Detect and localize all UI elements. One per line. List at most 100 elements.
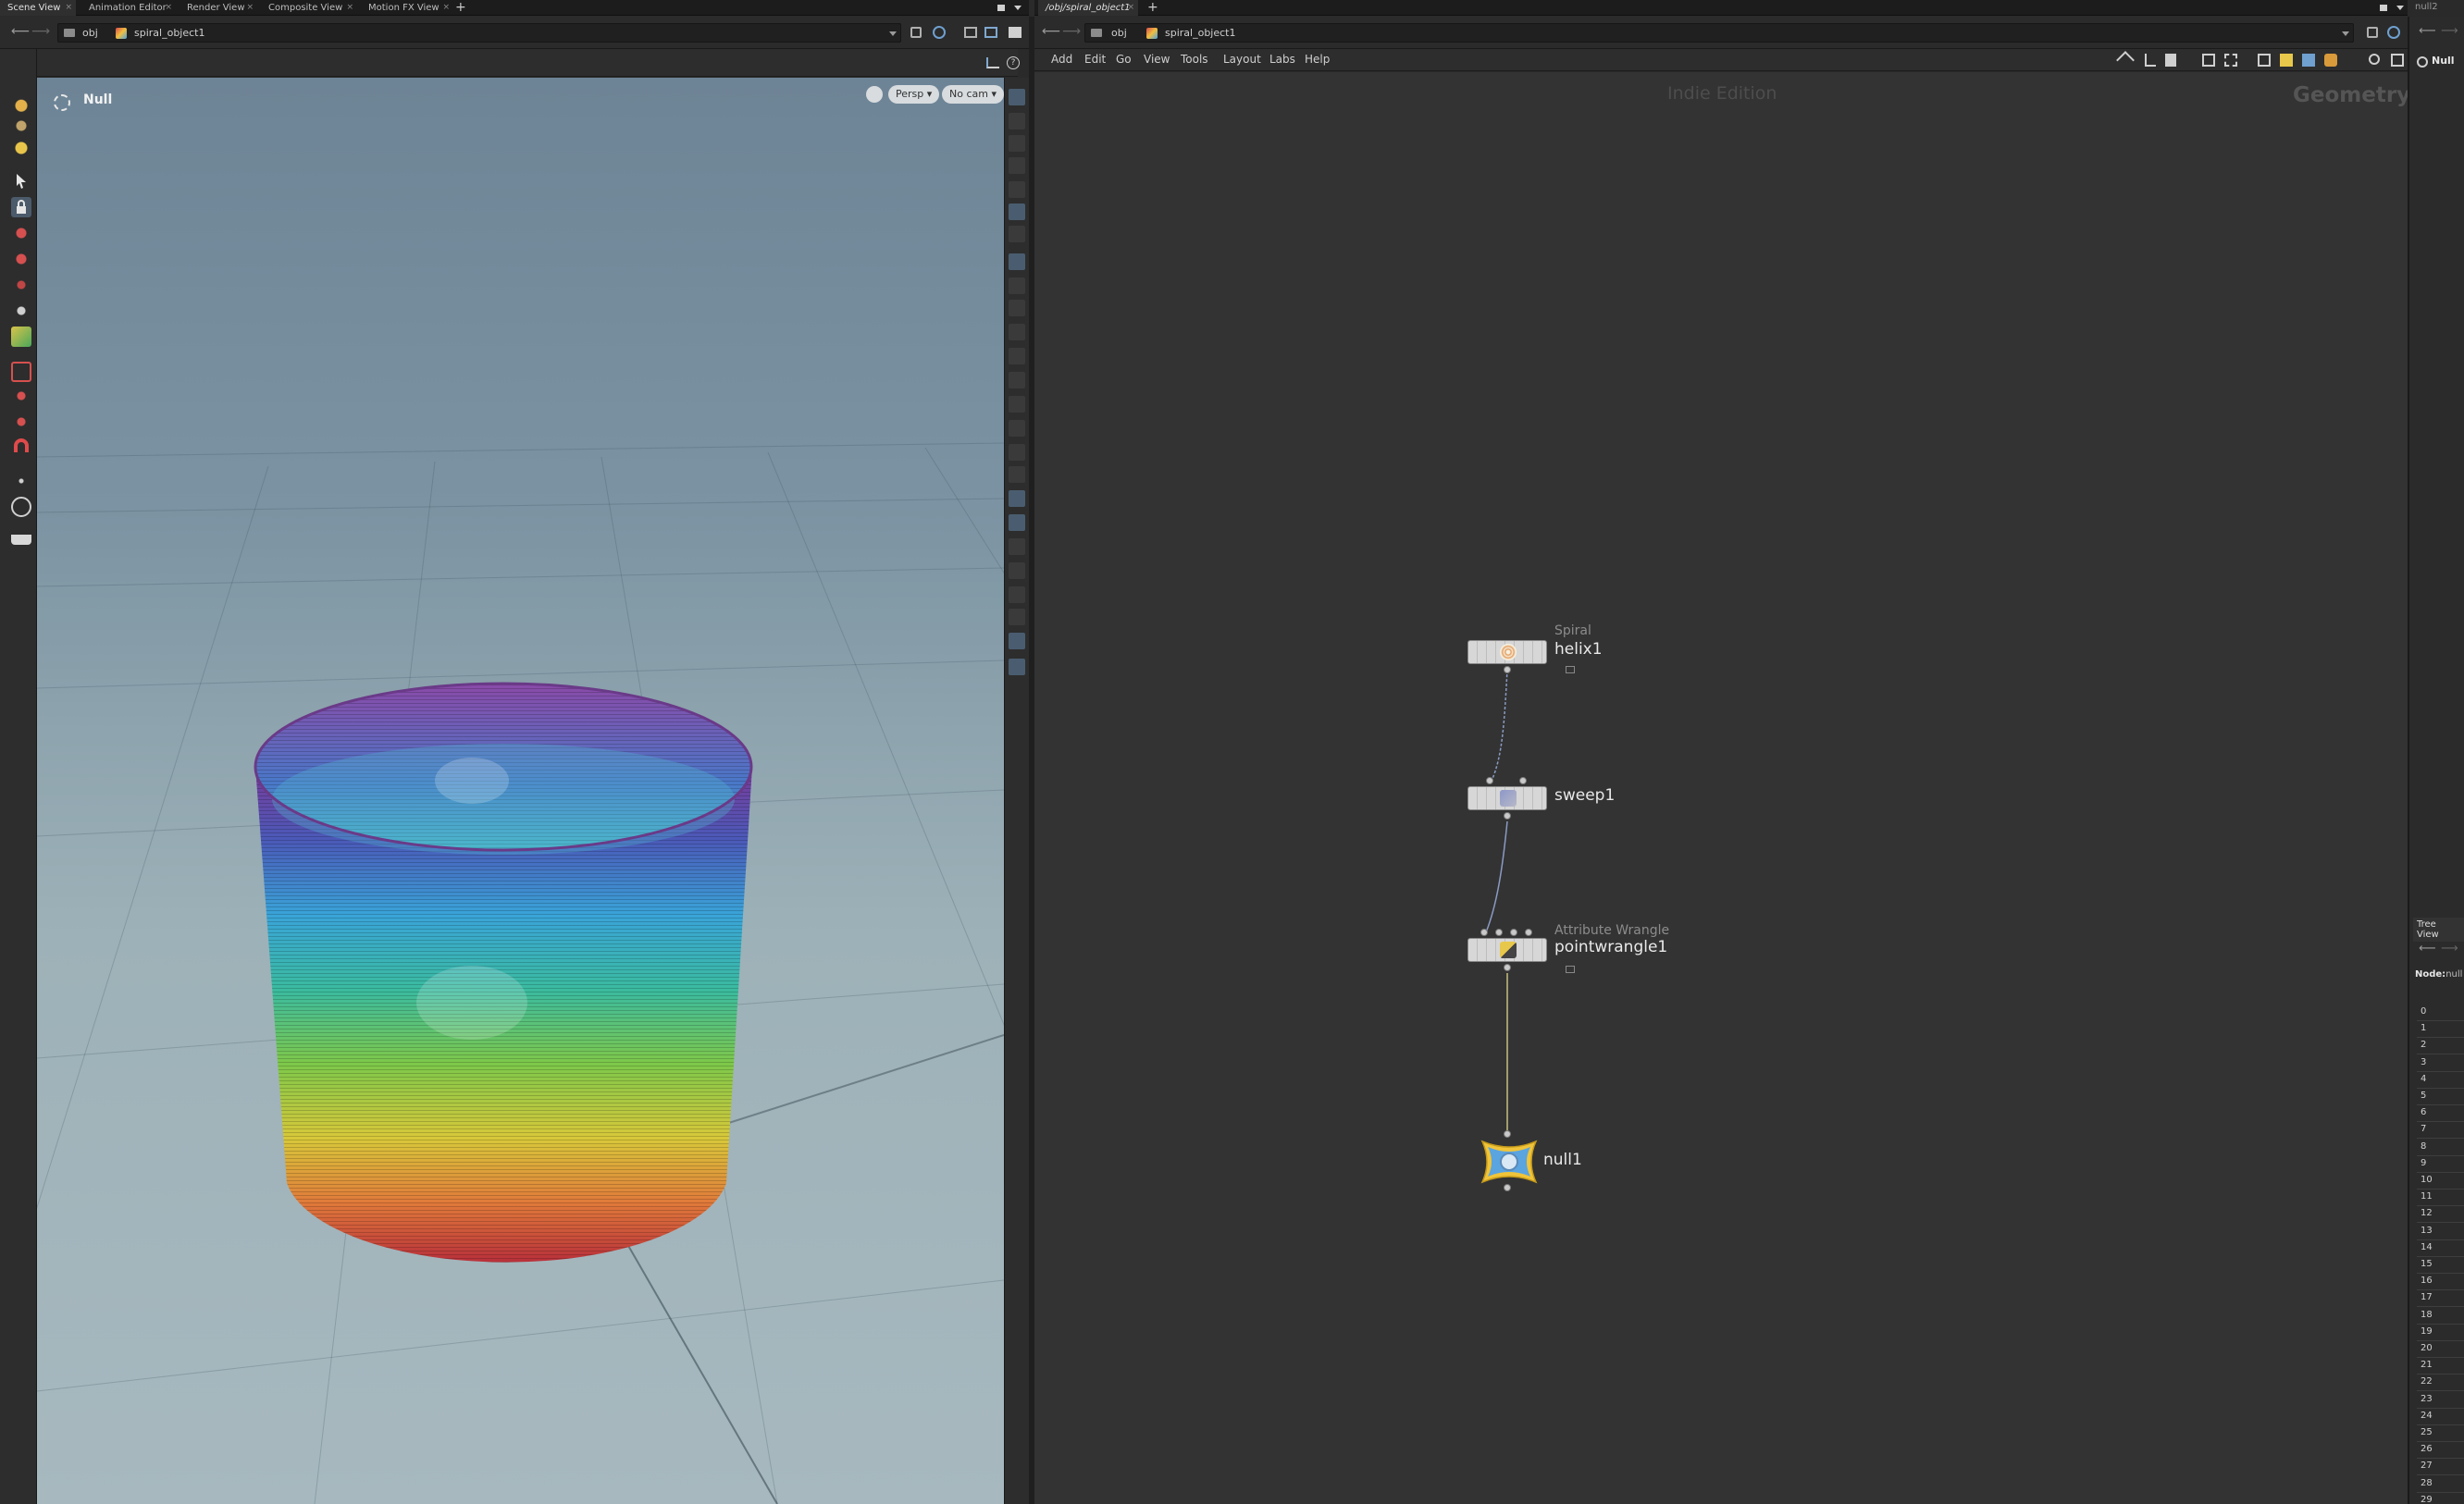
tab-composite-view[interactable]: Composite View × bbox=[261, 0, 357, 16]
split-icon[interactable] bbox=[984, 27, 997, 38]
row-number[interactable]: 15 bbox=[2421, 1259, 2433, 1269]
handle-tool-icon[interactable] bbox=[11, 93, 31, 114]
row-number[interactable]: 21 bbox=[2421, 1360, 2433, 1370]
input-port[interactable] bbox=[1519, 777, 1527, 784]
lock-icon[interactable] bbox=[1009, 135, 1025, 152]
row-number[interactable]: 27 bbox=[2421, 1461, 2433, 1471]
input-port[interactable] bbox=[1510, 929, 1517, 936]
path-field[interactable]: obj spiral_object1 bbox=[57, 23, 901, 43]
tab-network-path[interactable]: /obj/spiral_object1 × bbox=[1038, 0, 1138, 16]
light-icon[interactable] bbox=[1009, 181, 1025, 198]
link-icon[interactable] bbox=[2387, 26, 2400, 39]
tools-icon[interactable] bbox=[2116, 51, 2135, 69]
tab-label[interactable]: null2 bbox=[2415, 2, 2438, 12]
move-tool-icon[interactable] bbox=[11, 223, 31, 243]
row-number[interactable]: 13 bbox=[2421, 1226, 2433, 1236]
row-number[interactable]: 25 bbox=[2421, 1427, 2433, 1437]
node-name[interactable]: helix1 bbox=[1554, 640, 1603, 659]
path-root[interactable]: obj bbox=[82, 24, 98, 43]
close-icon[interactable]: × bbox=[246, 0, 254, 16]
point-numbers-icon[interactable] bbox=[1009, 396, 1025, 413]
row-number[interactable]: 3 bbox=[2421, 1057, 2426, 1067]
stamp-icon[interactable] bbox=[1009, 609, 1025, 625]
pin-icon[interactable] bbox=[910, 27, 922, 38]
menu-edit[interactable]: Edit bbox=[1084, 53, 1106, 66]
persp-menu[interactable]: Persp ▾ bbox=[888, 85, 940, 104]
close-icon[interactable]: × bbox=[1127, 0, 1134, 16]
row-number[interactable]: 24 bbox=[2421, 1411, 2433, 1421]
row-number[interactable]: 11 bbox=[2421, 1191, 2433, 1202]
forward-arrow-icon[interactable]: ⟶ bbox=[31, 24, 50, 39]
node-body[interactable] bbox=[1467, 938, 1547, 962]
render-icon[interactable] bbox=[11, 524, 31, 545]
node-name[interactable]: pointwrangle1 bbox=[1554, 938, 1667, 956]
menu-help[interactable]: Help bbox=[1305, 53, 1330, 66]
pose-tool-icon[interactable] bbox=[11, 301, 31, 321]
bounds-icon[interactable] bbox=[1009, 466, 1025, 483]
tree-icon[interactable] bbox=[2145, 54, 2156, 67]
shading-icon[interactable] bbox=[1009, 89, 1025, 105]
forward-arrow-icon[interactable]: ⟶ bbox=[1062, 24, 1081, 39]
row-number[interactable]: 2 bbox=[2421, 1040, 2426, 1050]
handles-tool-icon[interactable] bbox=[11, 362, 31, 382]
output-port[interactable] bbox=[1504, 666, 1511, 673]
pane-menu-icon[interactable] bbox=[2380, 5, 2387, 11]
link-icon[interactable] bbox=[933, 26, 946, 39]
help-icon[interactable]: ? bbox=[1007, 56, 1020, 69]
image-icon[interactable] bbox=[2258, 54, 2271, 67]
path-object[interactable]: spiral_object1 bbox=[134, 24, 204, 43]
pencil-icon[interactable] bbox=[1009, 372, 1025, 388]
row-number[interactable]: 23 bbox=[2421, 1394, 2433, 1404]
chevron-down-icon[interactable] bbox=[2396, 6, 2404, 10]
path-field[interactable]: obj spiral_object1 bbox=[1084, 23, 2354, 43]
row-number[interactable]: 16 bbox=[2421, 1276, 2433, 1286]
add-tab-icon[interactable]: + bbox=[455, 0, 466, 16]
menu-go[interactable]: Go bbox=[1116, 53, 1132, 66]
node-body[interactable] bbox=[1467, 640, 1547, 664]
bone-icon[interactable] bbox=[1009, 562, 1025, 579]
node-helix1[interactable]: Spiral helix1 bbox=[1467, 623, 1671, 673]
menu-tools[interactable]: Tools bbox=[1181, 53, 1208, 66]
path-object[interactable]: spiral_object1 bbox=[1165, 24, 1235, 43]
vector-icon[interactable] bbox=[1009, 348, 1025, 364]
scene-tool-icon[interactable] bbox=[11, 138, 31, 158]
node-value[interactable]: null bbox=[2445, 969, 2462, 980]
sticky-note-icon[interactable] bbox=[2280, 54, 2293, 67]
bulb-icon[interactable] bbox=[1009, 659, 1025, 675]
network-editor[interactable]: Indie Edition Geometry Spiral helix1 swe… bbox=[1034, 72, 2410, 1504]
row-number[interactable]: 17 bbox=[2421, 1292, 2433, 1302]
dots-icon[interactable] bbox=[11, 471, 31, 491]
edit-note-icon[interactable] bbox=[2302, 54, 2315, 67]
output-port[interactable] bbox=[1504, 812, 1511, 820]
close-icon[interactable]: × bbox=[442, 0, 450, 16]
close-icon[interactable]: × bbox=[65, 0, 72, 16]
display-options-icon[interactable] bbox=[986, 57, 999, 68]
input-port[interactable] bbox=[1495, 929, 1503, 936]
row-number[interactable]: 6 bbox=[2421, 1107, 2426, 1117]
menu-labs[interactable]: Labs bbox=[1269, 53, 1295, 66]
tab-animation-editor[interactable]: Animation Editor × bbox=[81, 0, 176, 16]
tab-render-view[interactable]: Render View × bbox=[180, 0, 257, 16]
color-icon[interactable] bbox=[1009, 538, 1025, 555]
point-icon[interactable] bbox=[1009, 300, 1025, 316]
node-name[interactable]: null1 bbox=[1543, 1151, 1582, 1169]
output-port[interactable] bbox=[1504, 964, 1511, 971]
wireframe-icon[interactable] bbox=[1009, 113, 1025, 129]
row-number[interactable]: 7 bbox=[2421, 1124, 2426, 1134]
uv-icon[interactable] bbox=[1009, 444, 1025, 461]
snap-tool-icon[interactable] bbox=[11, 327, 31, 347]
layout-icon[interactable] bbox=[964, 27, 977, 38]
node-pointwrangle1[interactable]: Attribute Wrangle pointwrangle1 bbox=[1467, 923, 1708, 977]
lock-camera-icon[interactable] bbox=[866, 86, 883, 103]
back-arrow-icon[interactable]: ⟵ bbox=[11, 24, 30, 39]
scene-viewport[interactable]: Null Persp ▾ No cam ▾ bbox=[37, 78, 1004, 1504]
row-number[interactable]: 1 bbox=[2421, 1023, 2426, 1033]
view-icon[interactable] bbox=[1009, 633, 1025, 649]
palette-icon[interactable] bbox=[2324, 54, 2337, 67]
menu-view[interactable]: View bbox=[1144, 53, 1170, 66]
row-number[interactable]: 19 bbox=[2421, 1326, 2433, 1337]
row-number[interactable]: 5 bbox=[2421, 1091, 2426, 1101]
path-root[interactable]: obj bbox=[1111, 24, 1127, 43]
close-icon[interactable]: × bbox=[165, 0, 172, 16]
pane-menu-icon[interactable] bbox=[997, 5, 1005, 11]
